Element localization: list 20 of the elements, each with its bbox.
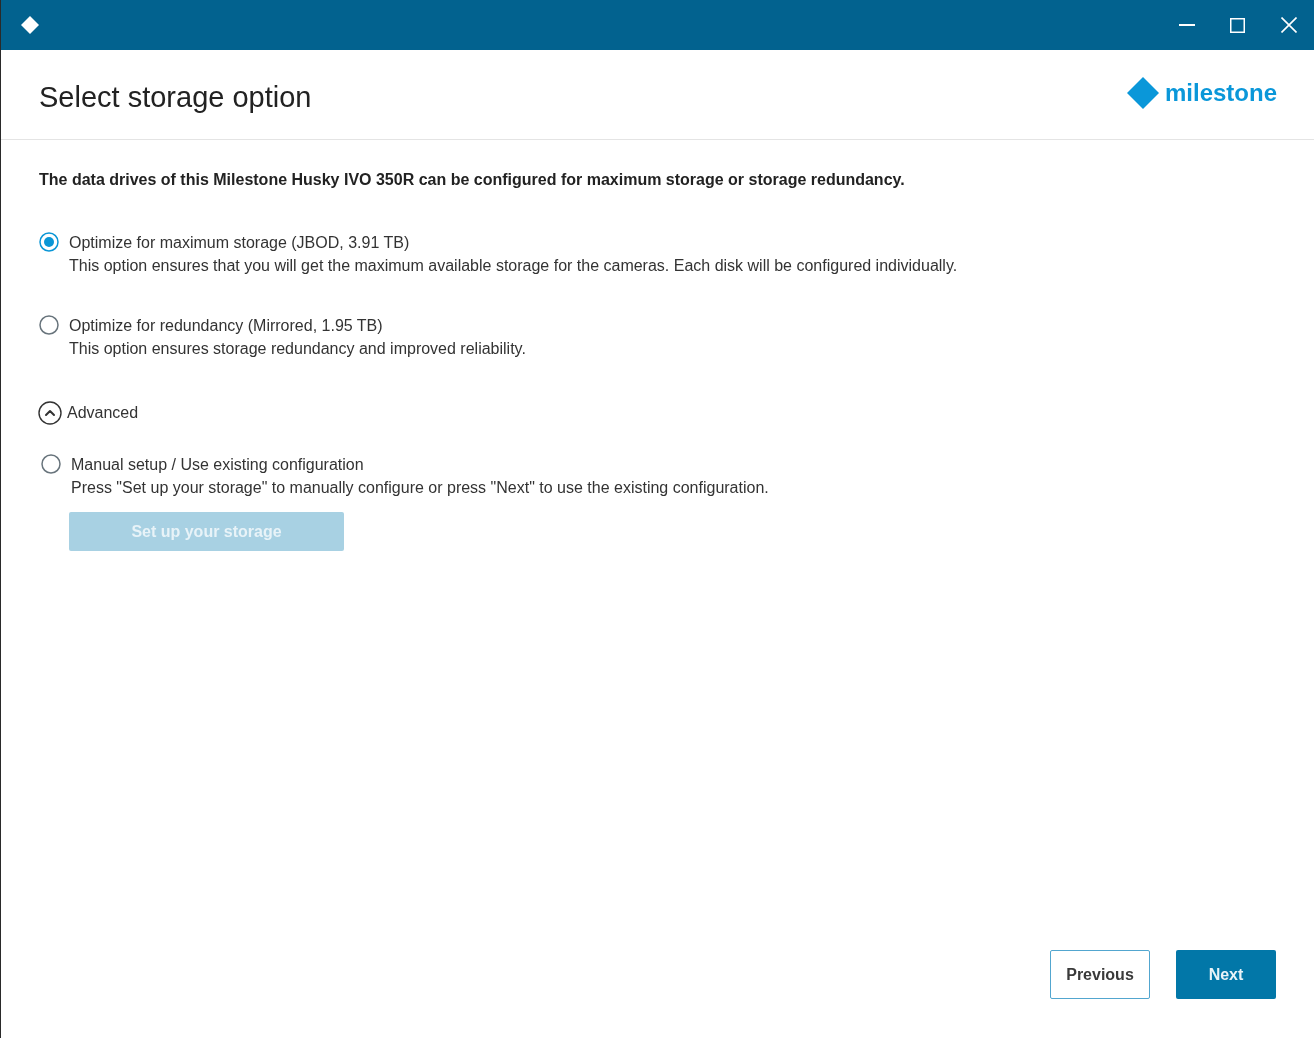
close-icon <box>1280 17 1297 33</box>
logo-text: milestone <box>1164 78 1277 108</box>
option-label: Optimize for maximum storage (JBOD, 3.91 TB) <box>69 233 411 253</box>
diamond-icon <box>21 16 39 34</box>
intro-text: The data drives of this Milestone Husky IVO 350R can be configured for maximum storage or storage redundancy. <box>39 170 905 190</box>
radio-button[interactable] <box>39 232 59 252</box>
option-label: Optimize for redundancy (Mirrored, 1.95 TB) <box>69 316 384 336</box>
advanced-toggle[interactable]: Advanced <box>38 401 139 425</box>
option-description: Press "Set up your storage" to manually configure or press "Next" to use the existing configuration. <box>71 478 769 498</box>
next-button[interactable]: Next <box>1176 950 1276 999</box>
option-description: This option ensures storage redundancy and improved reliability. <box>69 339 526 359</box>
option-label: Manual setup / Use existing configuration <box>71 455 365 475</box>
page-title: Select storage option <box>39 79 312 114</box>
radio-button[interactable] <box>39 315 59 335</box>
previous-button[interactable]: Previous <box>1050 950 1150 999</box>
logo-diamond-icon <box>1126 77 1159 109</box>
maximize-icon <box>1230 17 1245 33</box>
radio-button[interactable] <box>41 454 61 474</box>
option-description: This option ensures that you will get the maximum available storage for the cameras. Each disk will be configured individually. <box>69 256 958 276</box>
minimize-icon <box>1178 24 1195 26</box>
